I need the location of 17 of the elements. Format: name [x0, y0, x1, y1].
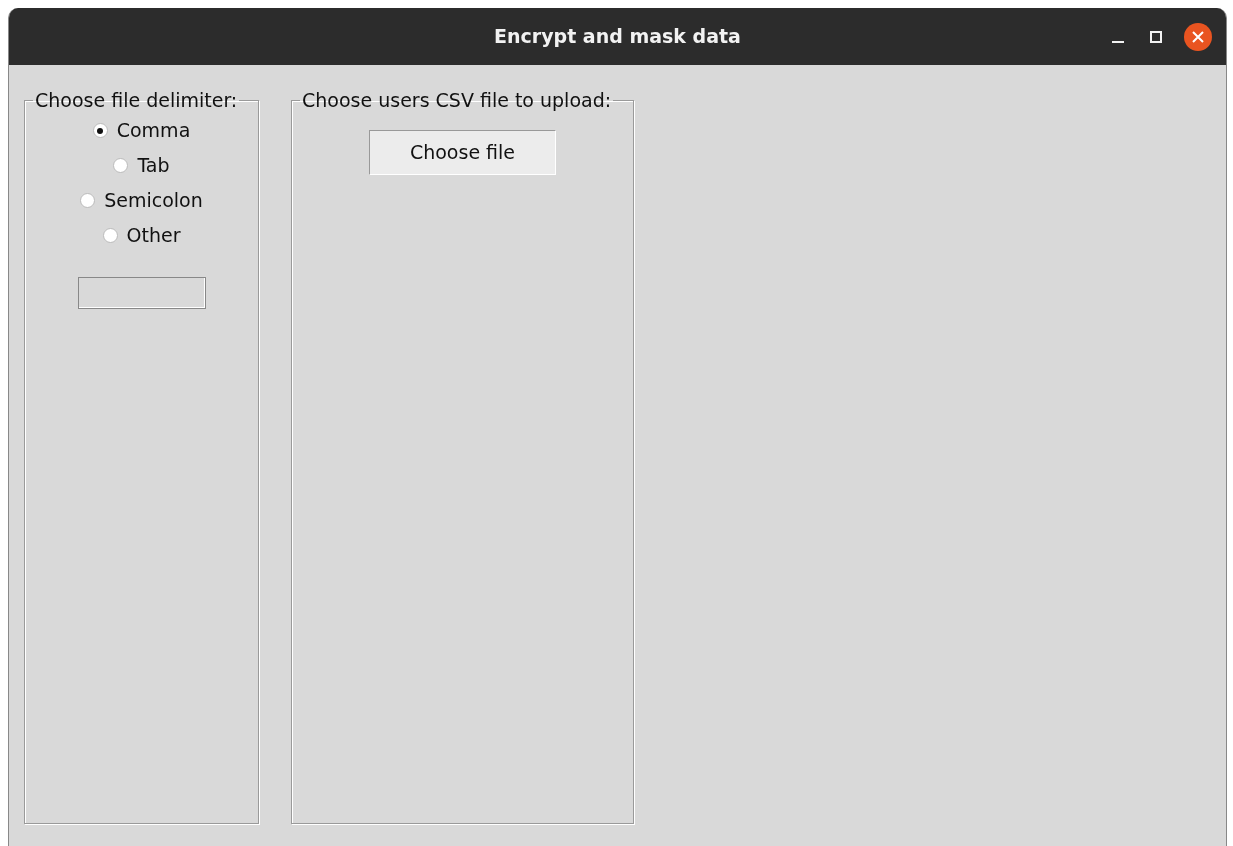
radio-label[interactable]: Comma: [116, 116, 191, 145]
radio-button[interactable]: [92, 123, 108, 138]
close-button[interactable]: [1184, 22, 1212, 51]
delimiter-input-field[interactable]: [77, 277, 206, 309]
minimize-icon: [1112, 40, 1124, 43]
radio-button[interactable]: [102, 228, 118, 243]
radio-button[interactable]: [113, 158, 129, 173]
close-icon: [1192, 30, 1204, 43]
frame-label: Choose file delimiter:: [34, 88, 239, 113]
maximize-icon: [1150, 30, 1162, 43]
radio-label[interactable]: Tab: [137, 151, 170, 180]
radio-label[interactable]: Other: [126, 221, 181, 250]
radio-button[interactable]: [80, 193, 96, 208]
radio-label[interactable]: Semicolon: [104, 186, 203, 215]
choose-file-button[interactable]: Choose file: [369, 130, 556, 175]
frame-label: Choose users CSV file to upload:: [301, 88, 613, 113]
window-title: Encrypt and mask data: [494, 25, 741, 47]
